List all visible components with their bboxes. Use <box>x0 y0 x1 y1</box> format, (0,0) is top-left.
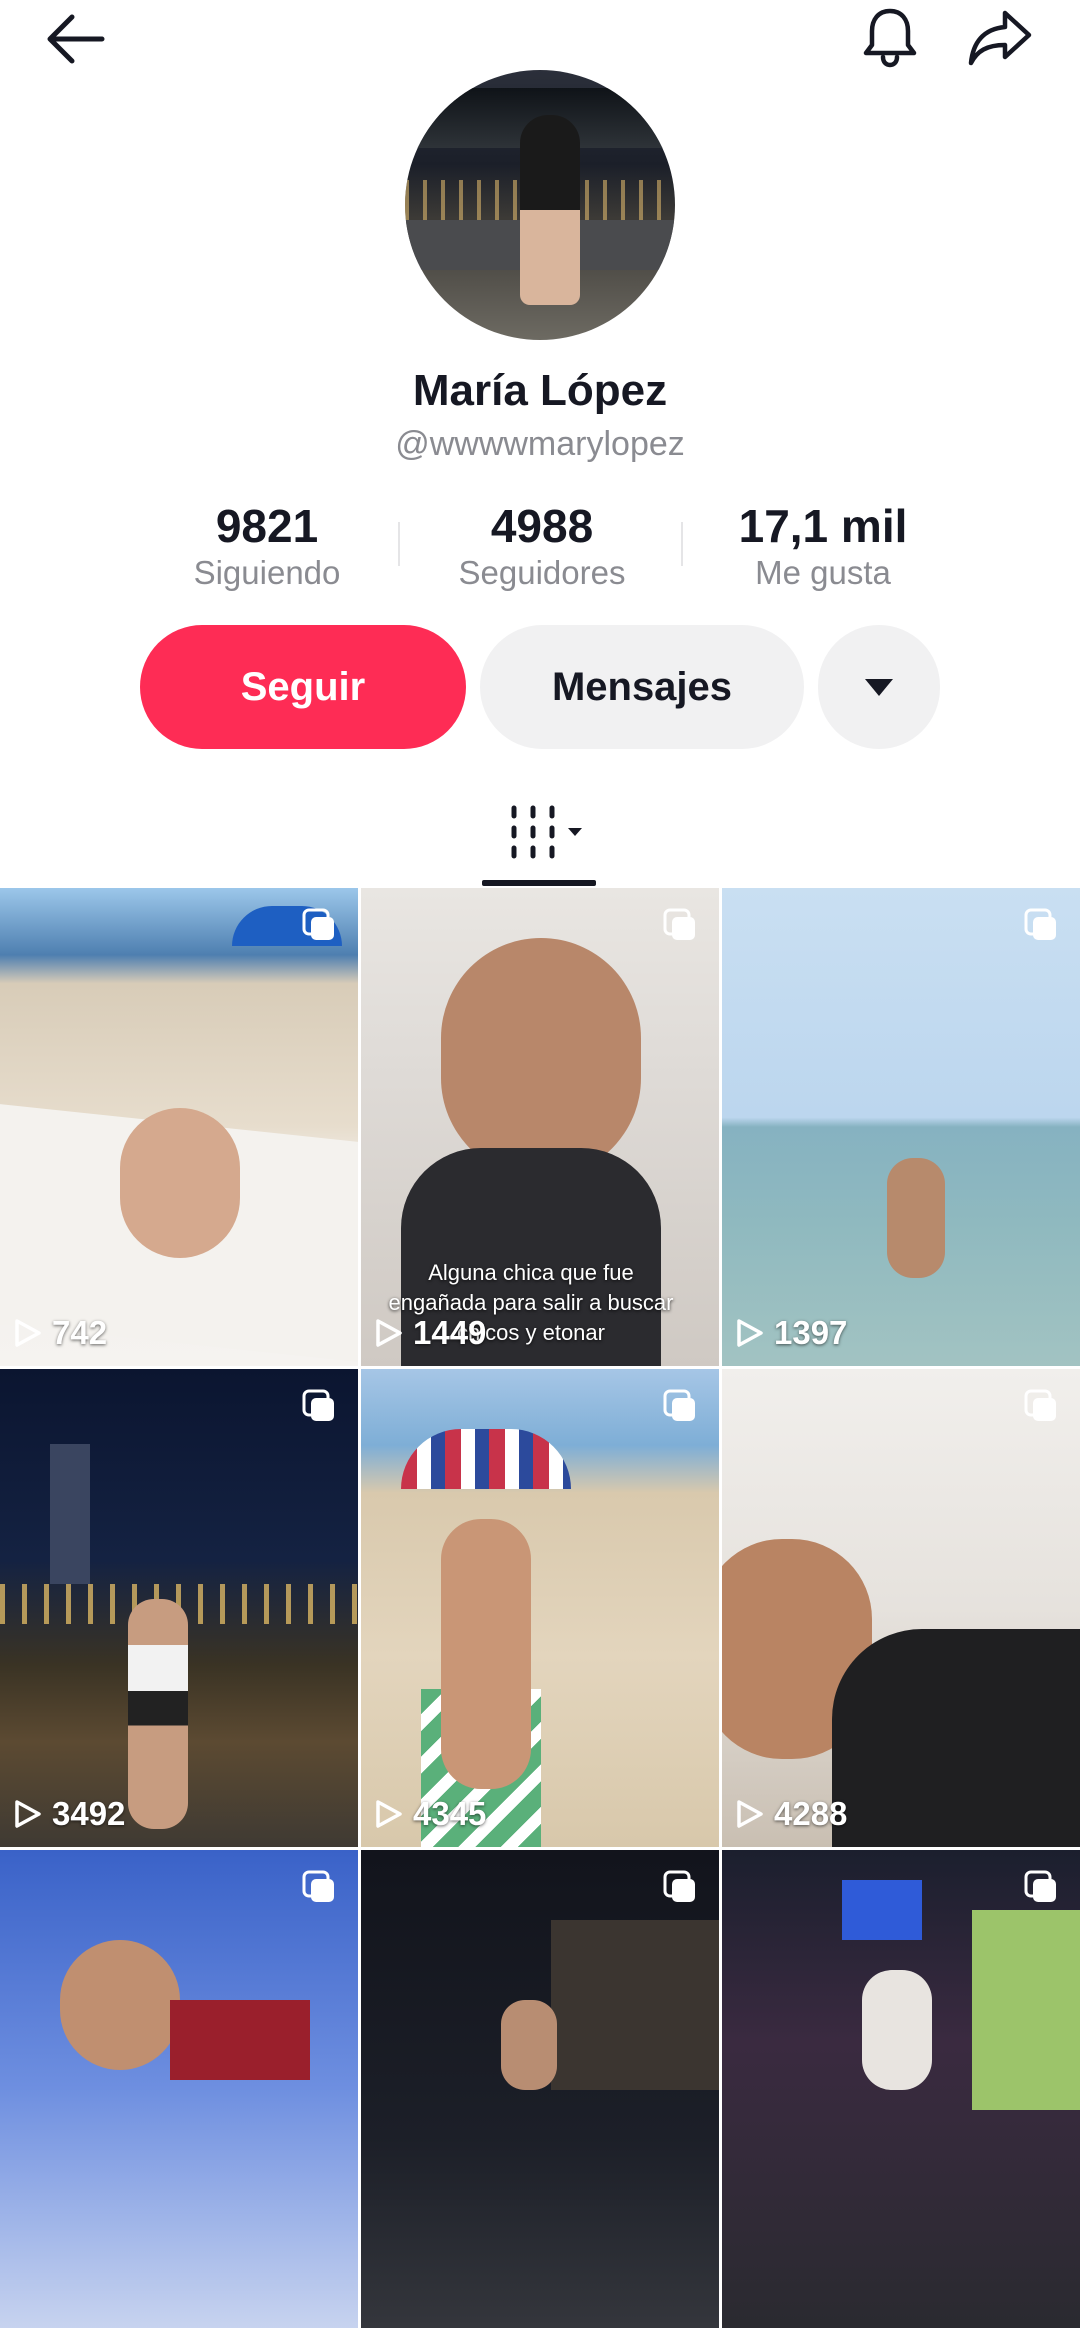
video-tile[interactable]: Alguna chica que fue engañada para salir… <box>361 888 719 1366</box>
avatar[interactable] <box>405 70 675 340</box>
stat-followers[interactable]: 4988 Seguidores <box>412 500 672 592</box>
view-count-value: 1449 <box>413 1314 487 1351</box>
play-icon <box>376 1319 402 1347</box>
building-shape <box>551 1920 719 2090</box>
tower-shape <box>50 1444 90 1584</box>
umbrella-shape <box>401 1429 571 1489</box>
follow-button[interactable]: Seguir <box>140 625 466 749</box>
video-tile[interactable]: 4288 <box>722 1369 1080 1847</box>
multi-photo-icon <box>663 1870 695 1902</box>
view-count: 742 <box>14 1314 107 1352</box>
video-tile[interactable]: 742 <box>0 888 358 1366</box>
stat-following[interactable]: 9821 Siguiendo <box>137 500 397 592</box>
content-tab-bar <box>0 780 1080 888</box>
view-count: 1449 <box>375 1314 486 1352</box>
multi-photo-icon <box>663 1389 695 1421</box>
top-shape <box>832 1629 1080 1847</box>
stat-divider <box>681 522 683 566</box>
view-count-value: 4345 <box>413 1795 487 1832</box>
play-icon <box>737 1319 763 1347</box>
stat-following-value: 9821 <box>215 500 319 552</box>
person-shape <box>862 1970 932 2090</box>
avatar-person <box>520 115 580 305</box>
face-shape <box>60 1940 180 2070</box>
play-icon <box>15 1319 41 1347</box>
share-button[interactable] <box>960 0 1040 74</box>
person-shape <box>120 1108 240 1258</box>
notifications-button[interactable] <box>850 0 930 74</box>
stat-followers-label: Seguidores <box>458 554 626 591</box>
more-options-button[interactable] <box>818 625 940 749</box>
profile-name: María López <box>412 366 668 415</box>
face-shape <box>441 938 641 1178</box>
grid-filter-icon <box>511 805 582 859</box>
tab-active-indicator <box>482 880 596 886</box>
view-count-value: 742 <box>52 1314 108 1351</box>
stat-likes-label: Me gusta <box>755 554 891 591</box>
video-tile[interactable] <box>0 1850 358 2328</box>
multi-photo-icon <box>663 908 695 940</box>
stat-likes[interactable]: 17,1 mil Me gusta <box>693 500 953 592</box>
multi-photo-icon <box>302 1389 334 1421</box>
back-button[interactable] <box>30 4 120 74</box>
blanket-shape <box>170 2000 310 2080</box>
messages-button[interactable]: Mensajes <box>480 625 804 749</box>
video-tile[interactable] <box>722 1850 1080 2328</box>
multi-photo-icon <box>302 908 334 940</box>
person-shape <box>501 2000 557 2090</box>
multi-photo-icon <box>1024 908 1056 940</box>
video-tile[interactable] <box>361 1850 719 2328</box>
multi-photo-icon <box>302 1870 334 1902</box>
person-shape <box>441 1519 531 1789</box>
view-count: 1397 <box>736 1314 847 1352</box>
view-count: 3492 <box>14 1795 125 1833</box>
chevron-down-icon <box>865 678 893 696</box>
stat-followers-value: 4988 <box>490 500 594 552</box>
view-count-value: 3492 <box>52 1795 126 1832</box>
view-count-value: 1397 <box>774 1314 848 1351</box>
person-shape <box>887 1158 945 1278</box>
play-icon <box>737 1800 763 1828</box>
multi-photo-icon <box>1024 1870 1056 1902</box>
profile-handle: @wwwwmarylopez <box>395 425 685 463</box>
view-count: 4288 <box>736 1795 847 1833</box>
profile-stats: 9821 Siguiendo 4988 Seguidores 17,1 mil … <box>140 500 940 600</box>
tab-videos[interactable] <box>510 802 590 866</box>
neon-sign <box>842 1880 922 1940</box>
stat-likes-value: 17,1 mil <box>738 500 908 552</box>
stat-divider <box>398 522 400 566</box>
top-bar <box>0 0 1080 80</box>
play-icon <box>376 1800 402 1828</box>
video-grid: 742 Alguna chica que fue engañada para s… <box>0 888 1080 2328</box>
person-shape <box>128 1599 188 1829</box>
stat-following-label: Siguiendo <box>193 554 341 591</box>
view-count-value: 4288 <box>774 1795 848 1832</box>
bell-icon <box>863 8 917 68</box>
graffiti-wall <box>972 1910 1080 2110</box>
multi-photo-icon <box>1024 1389 1056 1421</box>
video-tile[interactable]: 1397 <box>722 888 1080 1366</box>
share-icon <box>968 10 1032 66</box>
view-count: 4345 <box>375 1795 486 1833</box>
play-icon <box>15 1800 41 1828</box>
back-arrow-icon <box>47 14 105 64</box>
video-tile[interactable]: 4345 <box>361 1369 719 1847</box>
video-tile[interactable]: 3492 <box>0 1369 358 1847</box>
